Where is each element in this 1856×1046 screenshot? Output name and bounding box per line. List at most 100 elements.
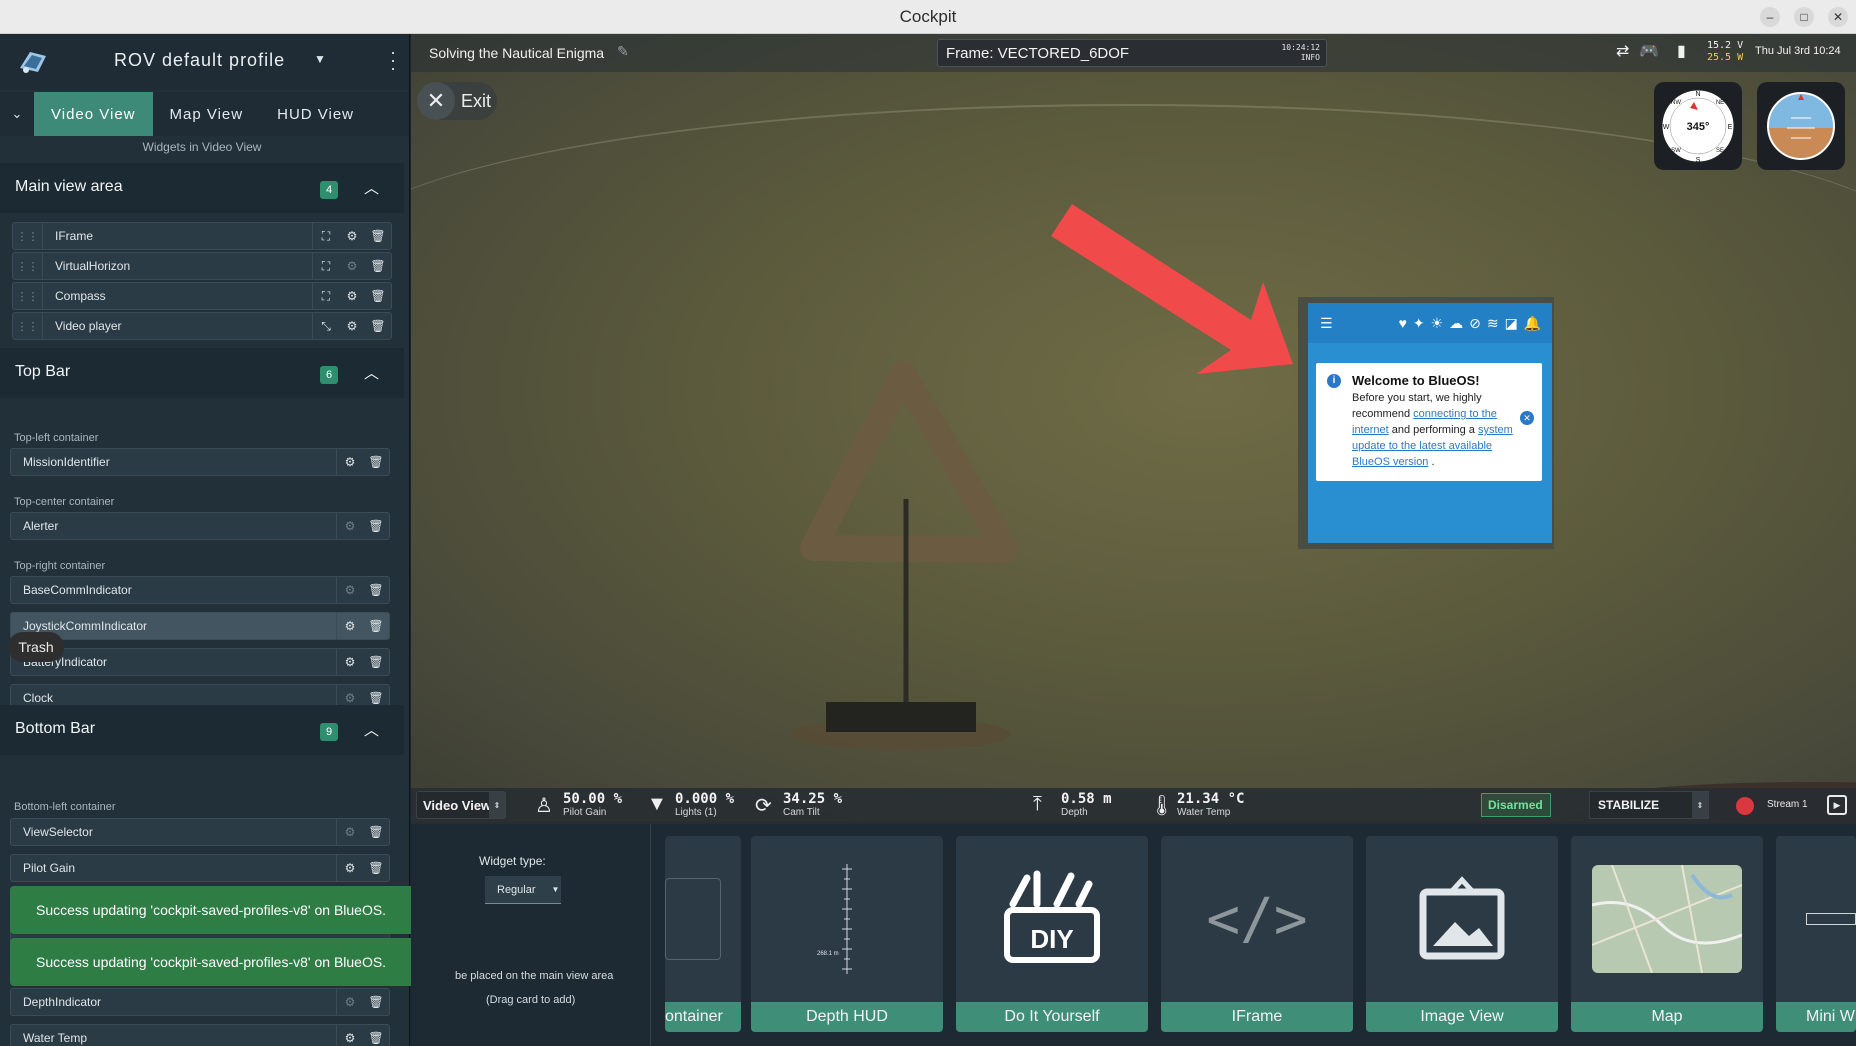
trash-icon[interactable]: 🗑 bbox=[363, 513, 389, 539]
trash-icon[interactable]: 🗑 bbox=[365, 253, 391, 279]
widget-row[interactable]: Pilot Gain ⚙ 🗑 bbox=[10, 854, 390, 882]
container-label: Top-center container bbox=[14, 496, 115, 508]
chevron-down-icon[interactable]: ⌄ bbox=[0, 92, 34, 136]
widget-card-diy[interactable]: DIY Do It Yourself bbox=[956, 836, 1148, 1032]
fullscreen-icon[interactable]: ⛶ bbox=[313, 253, 339, 279]
compass-s: S bbox=[1696, 157, 1701, 164]
trash-icon[interactable]: 🗑 bbox=[363, 989, 389, 1015]
fullscreen-icon[interactable]: ⛶ bbox=[313, 283, 339, 309]
widget-row[interactable]: ViewSelector ⚙ 🗑 bbox=[10, 818, 390, 846]
arm-status[interactable]: Disarmed bbox=[1481, 793, 1551, 817]
gear-icon[interactable]: ⚙ bbox=[337, 513, 363, 539]
kebab-menu-icon[interactable]: · · · bbox=[388, 43, 398, 77]
fullscreen-icon[interactable]: ⛶ bbox=[313, 223, 339, 249]
gear-icon[interactable]: ⚙ bbox=[339, 283, 365, 309]
edit-icon[interactable]: ✎ bbox=[617, 43, 629, 60]
gear-icon[interactable]: ⚙ bbox=[339, 223, 365, 249]
flight-mode-selector[interactable]: STABILIZE ⇕ bbox=[1589, 791, 1709, 819]
trash-icon[interactable]: 🗑 bbox=[363, 649, 389, 675]
widget-row[interactable]: BatteryIndicator ⚙ 🗑 bbox=[10, 648, 390, 676]
widget-row[interactable]: Water Temp ⚙ 🗑 bbox=[10, 1024, 390, 1046]
compass-widget[interactable]: N NE E SE S SW W NW 345° bbox=[1654, 82, 1742, 170]
gear-icon[interactable]: ⚙ bbox=[337, 819, 363, 845]
trash-icon[interactable]: 🗑 bbox=[363, 577, 389, 603]
count-badge: 6 bbox=[320, 366, 338, 384]
chevron-up-icon[interactable]: ︿ bbox=[364, 177, 379, 198]
stream-name[interactable]: Stream 1 bbox=[1767, 799, 1808, 810]
widget-card-image-view[interactable]: Image View bbox=[1366, 836, 1558, 1032]
trash-icon[interactable]: 🗑 bbox=[365, 223, 391, 249]
toast-message: Success updating 'cockpit-saved-profiles… bbox=[36, 902, 387, 918]
maximize-button[interactable]: □ bbox=[1794, 7, 1814, 27]
widget-card-depth-hud[interactable]: 268.1 m Depth HUD bbox=[751, 836, 943, 1032]
widget-row[interactable]: MissionIdentifier ⚙ 🗑 bbox=[10, 448, 390, 476]
virtual-horizon-widget[interactable] bbox=[1757, 82, 1845, 170]
trash-icon[interactable]: 🗑 bbox=[363, 613, 389, 639]
widget-card-container[interactable]: ontainer bbox=[665, 836, 741, 1032]
drag-handle-icon[interactable]: ⋮⋮ bbox=[13, 253, 43, 279]
drawer-hint: be placed on the main view area bbox=[455, 970, 614, 982]
gear-icon[interactable]: ⚙ bbox=[337, 1025, 363, 1046]
drag-handle-icon[interactable]: ⋮⋮ bbox=[13, 313, 43, 339]
widget-row[interactable]: ⋮⋮ VirtualHorizon ⛶ ⚙ 🗑 bbox=[12, 252, 392, 280]
trash-drop-zone[interactable]: Trash bbox=[8, 632, 64, 662]
compass-dial: N NE E SE S SW W NW 345° bbox=[1661, 89, 1735, 164]
minimize-button[interactable]: – bbox=[1760, 7, 1780, 27]
chevron-up-icon[interactable]: ︿ bbox=[364, 719, 379, 740]
record-icon[interactable] bbox=[1736, 797, 1754, 815]
camera-icon[interactable]: ▶ bbox=[1827, 795, 1847, 815]
gear-icon[interactable]: ⚙ bbox=[337, 649, 363, 675]
iframe-widget[interactable]: ☰ ♥✦☀☁⊘≋◪🔔 i Welcome to BlueOS! Before y… bbox=[1298, 297, 1554, 549]
widget-row[interactable]: DepthIndicator ⚙ 🗑 bbox=[10, 988, 390, 1016]
widget-row[interactable]: ⋮⋮ Compass ⛶ ⚙ 🗑 bbox=[12, 282, 392, 310]
widget-row[interactable]: ⋮⋮ IFrame ⛶ ⚙ 🗑 bbox=[12, 222, 392, 250]
gear-icon[interactable]: ⚙ bbox=[337, 613, 363, 639]
widget-row[interactable]: BaseCommIndicator ⚙ 🗑 bbox=[10, 576, 390, 604]
gear-icon[interactable]: ⚙ bbox=[339, 253, 365, 279]
view-selector[interactable]: Video View ⇕ bbox=[416, 791, 506, 819]
widget-type-select[interactable]: Regular ▼ bbox=[485, 876, 561, 904]
drag-handle-icon[interactable]: ⋮⋮ bbox=[13, 283, 43, 309]
section-top-bar[interactable]: Top Bar 6 ︿ bbox=[0, 348, 404, 398]
trash-icon[interactable]: 🗑 bbox=[365, 283, 391, 309]
tab-video-view[interactable]: Video View bbox=[34, 92, 153, 136]
widget-row-dragging[interactable]: JoystickCommIndicator ⚙ 🗑 bbox=[10, 612, 390, 640]
trash-icon[interactable]: 🗑 bbox=[363, 449, 389, 475]
section-main-view[interactable]: Main view area 4 ︿ bbox=[0, 163, 404, 213]
welcome-end: . bbox=[1431, 456, 1435, 468]
cockpit-logo-icon bbox=[20, 52, 46, 73]
trash-icon[interactable]: 🗑 bbox=[363, 1025, 389, 1046]
drag-hint: (Drag card to add) bbox=[486, 994, 576, 1006]
hamburger-menu-icon[interactable]: ☰ bbox=[1320, 315, 1333, 332]
section-title: Bottom Bar bbox=[15, 720, 96, 737]
gear-icon[interactable]: ⚙ bbox=[337, 449, 363, 475]
exit-fullscreen-icon[interactable]: ⤡ bbox=[313, 313, 339, 339]
drag-handle-icon[interactable]: ⋮⋮ bbox=[13, 223, 43, 249]
trash-icon[interactable]: 🗑 bbox=[365, 313, 391, 339]
section-bottom-bar[interactable]: Bottom Bar 9 ︿ bbox=[0, 705, 404, 755]
mission-identifier[interactable]: Solving the Nautical Enigma bbox=[429, 45, 604, 61]
gear-icon[interactable]: ⚙ bbox=[337, 989, 363, 1015]
tab-map-view[interactable]: Map View bbox=[153, 92, 261, 136]
close-icon[interactable]: ✕ bbox=[1520, 411, 1534, 425]
trash-icon[interactable]: 🗑 bbox=[363, 855, 389, 881]
gear-icon[interactable]: ⚙ bbox=[337, 855, 363, 881]
widget-card-iframe[interactable]: </> IFrame bbox=[1161, 836, 1353, 1032]
widget-row[interactable]: ⋮⋮ Video player ⤡ ⚙ 🗑 bbox=[12, 312, 392, 340]
trash-icon[interactable]: 🗑 bbox=[363, 819, 389, 845]
profile-name[interactable]: ROV default profile bbox=[114, 50, 285, 71]
widget-card-map[interactable]: Map bbox=[1571, 836, 1763, 1032]
widget-type-panel: Widget type: Regular ▼ be placed on the … bbox=[411, 824, 651, 1046]
chevron-up-icon[interactable]: ︿ bbox=[364, 362, 379, 383]
widget-card-mini[interactable]: Mini W bbox=[1776, 836, 1856, 1032]
exit-edit-mode-button[interactable]: ✕ Exit bbox=[417, 82, 497, 120]
thermometer-icon: 🌡 bbox=[1149, 795, 1175, 817]
alerter[interactable]: Frame: VECTORED_6DOF 10:24:12 INFO bbox=[937, 39, 1327, 67]
gear-icon[interactable]: ⚙ bbox=[337, 577, 363, 603]
widget-row[interactable]: Alerter ⚙ 🗑 bbox=[10, 512, 390, 540]
close-window-button[interactable]: ✕ bbox=[1828, 7, 1848, 27]
gear-icon[interactable]: ⚙ bbox=[339, 313, 365, 339]
tab-hud-view[interactable]: HUD View bbox=[260, 92, 371, 136]
top-bar: Solving the Nautical Enigma ✎ Frame: VEC… bbox=[411, 34, 1856, 72]
profile-dropdown-icon[interactable]: ▼ bbox=[314, 52, 326, 66]
